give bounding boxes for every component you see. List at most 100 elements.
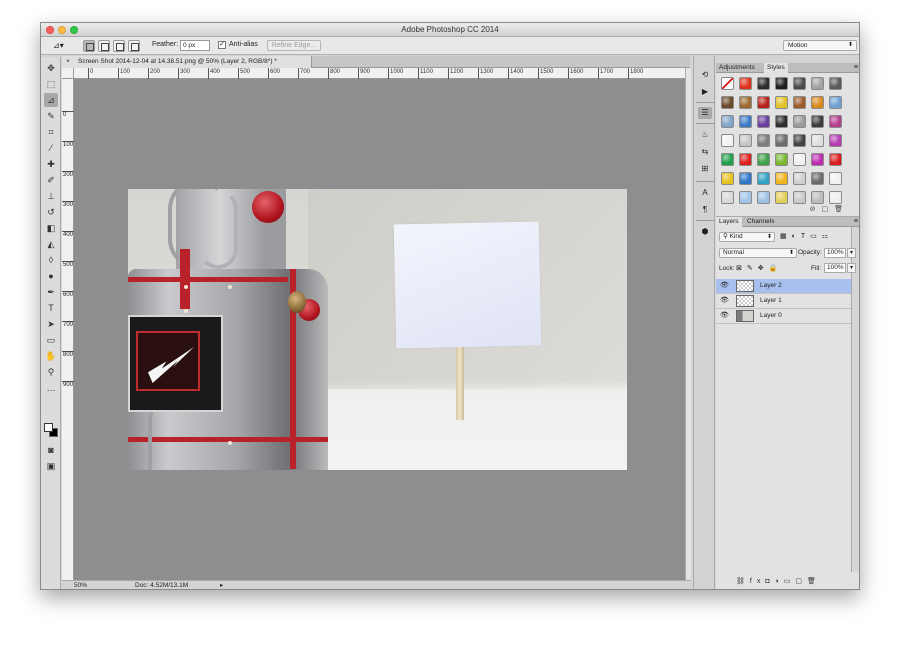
path-selection-tool-icon[interactable]: ➤ xyxy=(44,317,58,331)
style-swatch[interactable] xyxy=(739,77,752,90)
brush-presets-icon[interactable]: ♨ xyxy=(698,129,712,141)
blend-mode-select[interactable]: Normal ⬍ xyxy=(719,248,797,258)
style-swatch[interactable] xyxy=(811,153,824,166)
style-swatch[interactable] xyxy=(757,77,770,90)
style-swatch[interactable] xyxy=(811,77,824,90)
eye-icon[interactable]: 👁 xyxy=(720,296,729,306)
style-swatch[interactable] xyxy=(775,153,788,166)
style-swatch[interactable] xyxy=(721,172,734,185)
style-swatch[interactable] xyxy=(829,134,842,147)
style-swatch[interactable] xyxy=(811,115,824,128)
style-swatch[interactable] xyxy=(793,96,806,109)
style-swatch[interactable] xyxy=(721,153,734,166)
style-swatch[interactable] xyxy=(793,134,806,147)
status-menu-icon[interactable]: ▸ xyxy=(220,581,223,589)
panel-menu-icon[interactable]: ≡ xyxy=(854,63,858,72)
vertical-ruler[interactable]: 0 100 200 300 400 500 600 700 800 900 xyxy=(62,79,74,580)
style-swatch[interactable] xyxy=(721,96,734,109)
style-swatch[interactable] xyxy=(811,134,824,147)
style-swatch[interactable] xyxy=(811,172,824,185)
eye-icon[interactable]: 👁 xyxy=(720,311,729,321)
intersect-selection-button[interactable] xyxy=(128,40,140,52)
style-swatch[interactable] xyxy=(775,115,788,128)
style-swatch[interactable] xyxy=(721,191,734,204)
style-swatch[interactable] xyxy=(829,77,842,90)
brush-tool-icon[interactable]: ✐ xyxy=(44,173,58,187)
style-swatch[interactable] xyxy=(739,96,752,109)
refine-edge-button[interactable]: Refine Edge... xyxy=(267,40,321,51)
style-swatch[interactable] xyxy=(775,191,788,204)
type-tool-icon[interactable]: T xyxy=(44,301,58,315)
healing-brush-tool-icon[interactable]: ✚ xyxy=(44,157,58,171)
new-selection-button[interactable] xyxy=(83,40,95,52)
anti-alias-checkbox[interactable]: ✓ xyxy=(218,41,226,49)
layer-filter-kind-select[interactable]: ⚲ Kind ⬍ xyxy=(719,232,775,242)
style-swatch[interactable] xyxy=(793,115,806,128)
tab-channels[interactable]: Channels xyxy=(744,217,777,227)
tab-layers[interactable]: Layers xyxy=(716,217,742,227)
style-swatch[interactable] xyxy=(721,115,734,128)
hand-tool-icon[interactable]: ✋ xyxy=(44,349,58,363)
layer-name[interactable]: Layer 1 xyxy=(760,297,782,304)
marquee-tool-icon[interactable]: ⬚ xyxy=(44,77,58,91)
style-swatch[interactable] xyxy=(829,115,842,128)
tab-styles[interactable]: Styles xyxy=(764,63,788,73)
dodge-tool-icon[interactable]: ● xyxy=(44,269,58,283)
add-to-selection-button[interactable] xyxy=(98,40,110,52)
foreground-color-swatch[interactable] xyxy=(44,423,53,432)
layer-name[interactable]: Layer 2 xyxy=(760,282,782,289)
vertical-scrollbar[interactable] xyxy=(685,68,691,580)
style-swatch[interactable] xyxy=(775,96,788,109)
quick-selection-tool-icon[interactable]: ✎ xyxy=(44,109,58,123)
move-tool-icon[interactable]: ✥ xyxy=(44,61,58,75)
style-swatch[interactable] xyxy=(775,134,788,147)
tool-preset-picker[interactable]: ⊿▾ xyxy=(53,40,75,52)
style-swatch[interactable] xyxy=(775,77,788,90)
style-swatch[interactable] xyxy=(721,134,734,147)
style-swatch[interactable] xyxy=(739,134,752,147)
style-swatch[interactable] xyxy=(757,115,770,128)
style-swatch[interactable] xyxy=(739,191,752,204)
style-swatch[interactable] xyxy=(811,191,824,204)
style-swatch[interactable] xyxy=(829,172,842,185)
paragraph-icon[interactable]: ¶ xyxy=(698,204,712,216)
crop-tool-icon[interactable]: ⌗ xyxy=(44,125,58,139)
ruler-origin[interactable] xyxy=(62,68,74,79)
layers-footer-icons[interactable]: ⛓fx◘◑▭▢🗑 xyxy=(736,577,821,585)
style-swatch[interactable] xyxy=(757,134,770,147)
feather-input[interactable]: 0 px xyxy=(180,40,210,51)
eyedropper-tool-icon[interactable]: ⁄ xyxy=(44,141,58,155)
layers-scrollbar[interactable] xyxy=(851,227,859,572)
paint-bucket-tool-icon[interactable]: ◭ xyxy=(44,237,58,251)
layer-name[interactable]: Layer 0 xyxy=(760,312,782,319)
eye-icon[interactable]: 👁 xyxy=(720,281,729,291)
lasso-tool-icon[interactable]: ⊿ xyxy=(44,93,58,107)
opacity-slider-toggle[interactable]: ▾ xyxy=(847,248,856,258)
style-swatch[interactable] xyxy=(829,191,842,204)
clone-source-icon[interactable]: ⊞ xyxy=(698,163,712,175)
panel-menu-icon[interactable]: ≡ xyxy=(854,217,858,226)
close-icon[interactable]: × xyxy=(66,56,70,68)
lock-icons[interactable]: ⊠✎✥🔒 xyxy=(736,264,782,272)
subtract-from-selection-button[interactable] xyxy=(113,40,125,52)
style-swatch[interactable] xyxy=(739,172,752,185)
style-swatch[interactable] xyxy=(739,115,752,128)
history-icon[interactable]: ⟲ xyxy=(698,69,712,81)
zoom-level[interactable]: 50% xyxy=(74,581,87,589)
character-icon[interactable]: A xyxy=(698,187,712,199)
layer-row-layer-2[interactable]: 👁 Layer 2 xyxy=(716,279,851,294)
style-swatch[interactable] xyxy=(793,77,806,90)
style-swatch[interactable] xyxy=(793,172,806,185)
edit-toolbar-icon[interactable]: … xyxy=(44,381,58,395)
style-swatch[interactable] xyxy=(721,77,734,90)
properties-icon[interactable]: ☰ xyxy=(698,107,712,119)
screen-mode-icon[interactable]: ▣ xyxy=(44,459,58,473)
style-swatch[interactable] xyxy=(757,96,770,109)
fill-slider-toggle[interactable]: ▾ xyxy=(847,263,856,273)
document-tab[interactable]: × Screen Shot 2014-12-04 at 14.38.51.png… xyxy=(62,56,312,68)
canvas-area[interactable] xyxy=(74,79,685,580)
style-swatch[interactable] xyxy=(829,153,842,166)
layer-row-layer-0[interactable]: 👁 Layer 0 xyxy=(716,309,851,324)
horizontal-ruler[interactable]: 0 100 200 300 400 500 600 700 800 900 1000 1100 1200… xyxy=(74,68,685,79)
style-swatch[interactable] xyxy=(811,96,824,109)
